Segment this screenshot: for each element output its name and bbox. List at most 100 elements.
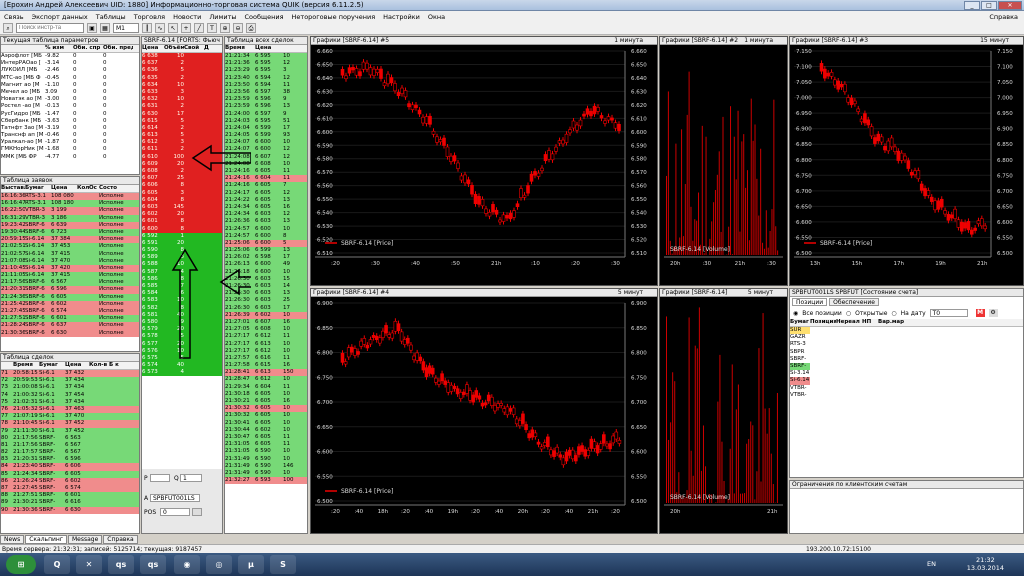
chart-2[interactable]: Графики [SBRF-6.14] #2 1 минута 20h:30 21h… [659,36,788,286]
orders-col-header[interactable]: Кол [77,185,89,192]
maximize-button[interactable]: □ [981,1,997,10]
orders-row[interactable]: 21:24:36 SBRF-6 6 605 Исполне [1,293,139,301]
params-row[interactable]: Новатэк ао [М -3.00 0 0 [1,96,139,103]
trades-row[interactable]: 71 20:58:15 Si-6.1 37 432 [1,370,139,378]
menu-item-4[interactable]: Новости [169,13,205,21]
orders-row[interactable]: 21:30:36 SBRF-6 6 630 Исполне [1,329,139,337]
orders-col-header[interactable]: Выставл [1,185,25,192]
trades-row[interactable]: 78 21:10:45 Si-6.1 37 452 [1,420,139,428]
params-row[interactable]: Уралкал-ао [М -1.87 0 0 [1,139,139,146]
trades-row[interactable]: 85 21:24:34 SBRF- 6 605 [1,470,139,478]
orders-row[interactable]: 16:22:50 VTBR-3 3 199 Исполне [1,207,139,215]
positions-row[interactable]: VTBR- [790,385,1023,392]
params-col-header[interactable]: % изм [45,45,73,52]
positions-row[interactable]: SBPR [790,349,1023,356]
ticks-row[interactable]: 21:32:27 6 593 100 [225,477,307,485]
terminal-app-icon[interactable]: ✕ [76,555,102,574]
media-app-icon[interactable]: ◉ [174,555,200,574]
params-col-header[interactable]: Оби. пред [103,45,133,52]
bottom-tab-2[interactable]: Message [67,535,103,544]
orders-col-header[interactable]: Состо [99,185,137,192]
tab-collateral[interactable]: Обеспечение [829,298,879,306]
positions-row[interactable]: Si-6.14 [790,377,1023,385]
torrent-icon[interactable]: µ [238,555,264,574]
trades-col-header[interactable]: Кол-в [89,362,109,369]
qs2-app-icon[interactable]: qs [140,555,166,574]
trades-row[interactable]: 87 21:27:45 SBRF- 6 574 [1,485,139,493]
table-icon[interactable]: ▦ [100,23,110,33]
chart-6[interactable]: Графики [SBRF-6.14] 5 минут 20h 21h SBRF-6.… [659,288,788,534]
trades-row[interactable]: 83 21:20:31 SBRF- 6 596 [1,456,139,464]
trades-row[interactable]: 74 21:00:32 Si-6.1 37 454 [1,391,139,399]
ticks-row[interactable]: 21:30:21 6 605 16 [225,398,307,406]
bottom-tab-1[interactable]: Скальпинг [25,535,67,544]
ticks-row[interactable]: 21:31:05 6 590 10 [225,448,307,456]
trades-row[interactable]: 81 21:17:56 SBRF- 6 567 [1,441,139,450]
bottom-tab-0[interactable]: News [0,535,25,544]
params-row[interactable]: МТС-ао [МБ Ф -0.45 0 0 [1,75,139,82]
cursor-icon[interactable]: ↖ [168,23,178,33]
positions-row[interactable]: SBRF- [790,356,1023,363]
params-col-header[interactable] [1,45,45,52]
menu-help[interactable]: Справка [985,13,1024,21]
chart-4[interactable]: Графики [SBRF-6.14] #4 5 минут 6.900 6.900… [310,288,658,534]
params-col-header[interactable]: Оби. спр [73,45,103,52]
candles-icon[interactable]: ┃ [142,23,152,33]
params-row[interactable]: ЛУКОЙЛ [МБ -2.46 0 0 [1,67,139,74]
trades-row[interactable]: 79 21:11:30 Si-6.1 37 452 [1,427,139,435]
orders-col-header[interactable]: Ос [89,185,99,192]
trades-col-header[interactable]: Цена [65,362,89,369]
positions-row[interactable]: GAZR [790,334,1023,341]
trades-col-header[interactable]: Б к [109,362,133,369]
chrome-icon[interactable]: ◎ [206,555,232,574]
chart-3[interactable]: Графики [SBRF-6.14] #3 15 минут 7.150 7.15… [789,36,1024,286]
ticks-row[interactable]: 21:30:41 6 605 10 [225,419,307,427]
ticks-row[interactable]: 21:31:05 6 605 11 [225,441,307,449]
orders-row[interactable]: 16:16:47 RTS-3.1 108 180 Исполне [1,200,139,208]
money-icon[interactable]: M [975,309,985,317]
trades-row[interactable]: 75 21:02:31 Si-6.1 37 434 [1,398,139,406]
ticks-row[interactable]: 21:31:49 6 590 10 [225,469,307,478]
menu-item-7[interactable]: Нетороговые поручения [288,13,380,21]
params-row[interactable]: ГМКНорНик [М -1.68 0 0 [1,146,139,153]
ticks-row[interactable]: 21:28:47 6 612 10 [225,376,307,384]
start-button[interactable]: ⊞ [6,555,36,574]
params-row[interactable]: Татнфт 3ао [М -3.19 0 0 [1,125,139,132]
crosshair-icon[interactable]: + [181,23,191,33]
ticks-row[interactable]: 21:30:18 6 605 10 [225,390,307,398]
line-chart-icon[interactable]: ∿ [155,23,165,33]
orders-row[interactable]: 21:28:24 SBRF-6 6 637 Исполне [1,322,139,330]
close-button[interactable]: ✕ [998,1,1022,10]
trades-row[interactable]: 88 21:27:51 SBRF- 6 601 [1,492,139,500]
orders-row[interactable]: 20:59:15 Si-6.14 37 384 Исполне [1,236,139,244]
trades-col-header[interactable]: Бумаг [39,362,65,369]
ticks-row[interactable]: 21:30:32 6 605 10 [225,412,307,420]
radio-all[interactable]: ◉ [793,310,798,317]
menu-item-2[interactable]: Таблицы [92,13,130,21]
interval-select[interactable]: M1 [113,23,139,33]
trades-col-header[interactable]: Время [13,362,39,369]
params-row[interactable]: Транснф ап [М -0.46 0 0 [1,132,139,139]
params-row[interactable]: Магнит ао [М -1.10 0 0 [1,82,139,89]
settings-icon[interactable]: ⚙ [988,309,998,317]
orders-row[interactable]: 16:16:36 RTS-3.1 108 080 Исполне [1,193,139,201]
chart-5[interactable]: Графики [SBRF-6.14] #5 1 минута 6.660 6.66… [310,36,658,286]
trades-row[interactable]: 73 21:00:08 Si-6.1 37 434 [1,384,139,392]
radio-open[interactable]: ○ [846,310,851,317]
ticks-row[interactable]: 21:30:32 6 605 10 [225,405,307,413]
positions-row[interactable]: RTS-3 [790,341,1023,348]
shazam-icon[interactable]: S [270,555,296,574]
ticks-row[interactable]: 21:31:49 6 590 10 [225,455,307,463]
menu-item-6[interactable]: Сообщения [241,13,288,21]
orders-row[interactable]: 21:17:56 SBRF-6 6 567 Исполне [1,279,139,287]
zoom-out-icon[interactable]: ⊖ [233,23,243,33]
menu-item-3[interactable]: Торговля [130,13,169,21]
params-row[interactable]: ММК [МБ ФР -4.77 0 0 [1,154,139,161]
menu-item-9[interactable]: Окна [424,13,449,21]
date-select[interactable]: T0 [929,309,968,317]
orders-row[interactable]: 19:30:44 SBRF-6 6 723 Исполне [1,228,139,237]
trades-row[interactable]: 89 21:30:21 SBRF- 6 616 [1,499,139,507]
orders-col-header[interactable]: Бумаг [25,185,51,192]
print-icon[interactable]: ⎙ [246,23,256,33]
zoom-in-icon[interactable]: ⊕ [220,23,230,33]
